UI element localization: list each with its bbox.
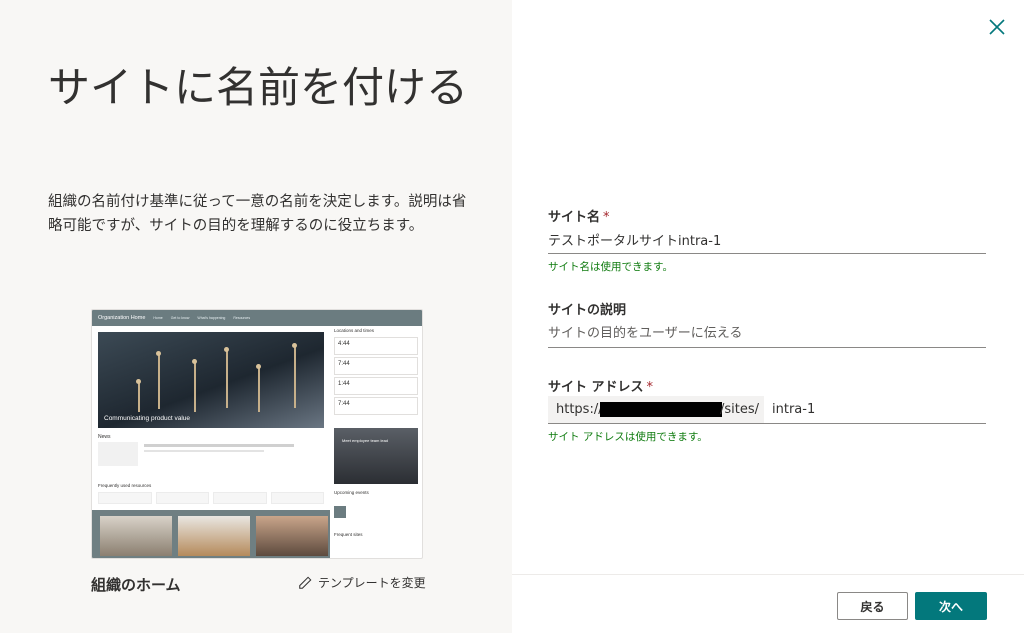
site-name-status: サイト名は使用できます。 bbox=[548, 261, 673, 273]
site-address-status: サイト アドレスは使用できます。 bbox=[548, 431, 708, 443]
create-site-dialog: サイトに名前を付ける 組織の名前付け基準に従って一意の名前を決定します。説明は省… bbox=[0, 0, 1024, 633]
preview-frequent-row bbox=[98, 492, 324, 504]
preview-nav-home: Home bbox=[153, 316, 163, 320]
site-description-label: サイトの説明 bbox=[548, 303, 627, 318]
preview-site-title: Organization Home bbox=[98, 315, 146, 321]
template-preview: Organization Home Home Get to know What'… bbox=[91, 309, 423, 559]
preview-image-office bbox=[100, 516, 172, 556]
preview-time-card: 4:44 bbox=[334, 337, 418, 355]
page-title: サイトに名前を付ける bbox=[48, 63, 469, 112]
preview-nav-resources: Resources bbox=[233, 316, 251, 320]
preview-frequent-label: Frequently used resources bbox=[98, 483, 152, 488]
preview-header: Organization Home Home Get to know What'… bbox=[92, 310, 422, 326]
site-address-label: サイト アドレス * bbox=[548, 380, 654, 395]
preview-hero-image: Communicating product value bbox=[98, 332, 324, 428]
site-address-input[interactable] bbox=[764, 396, 986, 423]
preview-image-laptop bbox=[178, 516, 250, 556]
site-address-prefix: https:// /sites/ bbox=[548, 396, 764, 423]
next-button[interactable]: 次へ bbox=[915, 592, 987, 620]
preview-time-card: 7:44 bbox=[334, 397, 418, 415]
close-icon bbox=[989, 19, 1005, 35]
preview-news-thumb bbox=[98, 442, 138, 466]
template-name: 組織のホーム bbox=[91, 576, 181, 594]
page-description: 組織の名前付け基準に従って一意の名前を決定します。説明は省略可能ですが、サイトの… bbox=[48, 194, 467, 234]
preview-nav-whats-happening: What's happening bbox=[197, 316, 226, 320]
site-name-label: サイト名 * bbox=[548, 210, 610, 225]
change-template-label: テンプレートを変更 bbox=[318, 576, 426, 590]
site-description-input[interactable] bbox=[548, 320, 986, 348]
dialog-footer: 戻る 次へ bbox=[512, 574, 1024, 633]
preview-hero-text: Communicating product value bbox=[104, 415, 190, 422]
preview-news-label: News bbox=[98, 434, 111, 440]
site-address-field: https:// /sites/ bbox=[548, 396, 986, 424]
change-template-button[interactable]: テンプレートを変更 bbox=[298, 574, 426, 591]
site-name-input[interactable] bbox=[548, 226, 986, 254]
preview-locations-label: Locations and times bbox=[334, 328, 375, 333]
preview-nav-get-to-know: Get to know bbox=[170, 316, 190, 320]
preview-photo: Meet employee team lead bbox=[334, 428, 418, 484]
calendar-icon bbox=[334, 506, 346, 518]
back-button[interactable]: 戻る bbox=[837, 592, 908, 620]
redacted-domain bbox=[600, 402, 722, 417]
preview-side: Locations and times 4:44 7:44 1:44 7:44 bbox=[334, 328, 418, 417]
close-button[interactable] bbox=[986, 16, 1008, 38]
preview-events-label: Upcoming events bbox=[334, 490, 369, 495]
preview-image-people bbox=[256, 516, 328, 556]
pencil-icon bbox=[299, 576, 312, 589]
preview-sites-label: Frequent sites bbox=[334, 532, 363, 537]
preview-time-card: 1:44 bbox=[334, 377, 418, 395]
left-panel: サイトに名前を付ける 組織の名前付け基準に従って一意の名前を決定します。説明は省… bbox=[0, 0, 512, 633]
preview-time-card: 7:44 bbox=[334, 357, 418, 375]
